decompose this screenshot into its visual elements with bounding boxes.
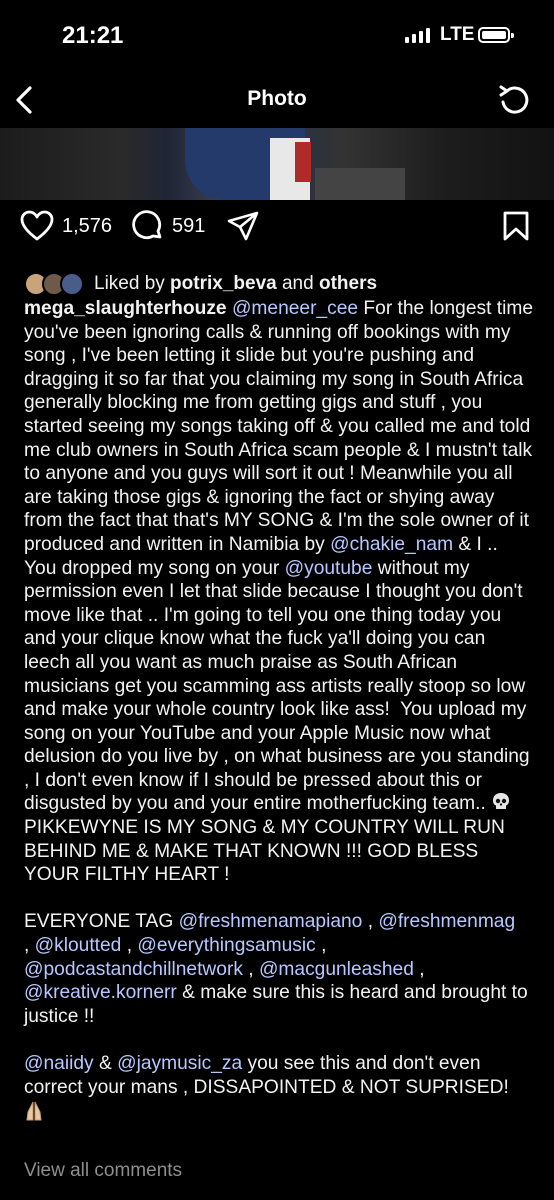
post-photo[interactable]: [0, 128, 554, 200]
mention-link[interactable]: @meneer_cee: [232, 298, 358, 319]
comment-count: 591: [172, 214, 206, 237]
signal-icon: [405, 28, 430, 43]
network-label: LTE: [440, 24, 475, 45]
liked-by-others[interactable]: others: [319, 273, 377, 294]
liked-by-user[interactable]: potrix_beva: [170, 273, 277, 294]
comment-icon: [132, 210, 162, 240]
mention-link[interactable]: @kreative.kornerr: [24, 982, 177, 1003]
mention-link[interactable]: @everythingsamusic: [137, 935, 315, 956]
caption-text: ,: [362, 911, 379, 933]
mention-link[interactable]: @podcastandchillnetwork: [24, 959, 243, 980]
battery-icon: [478, 27, 514, 43]
mention-link[interactable]: @chakie_nam: [330, 534, 453, 555]
caption-username[interactable]: mega_slaughterhouze: [24, 298, 227, 319]
caption-text: For the longest time you've been ignorin…: [24, 298, 539, 555]
like-count: 1,576: [62, 214, 113, 237]
liked-by-text: Liked by potrix_beva and others: [94, 273, 377, 295]
caption-text: ,: [121, 935, 138, 957]
caption-text: &: [93, 1053, 118, 1074]
liker-avatars: [24, 272, 84, 296]
liked-by-prefix: Liked by: [94, 273, 171, 294]
post-actions: 1,576 591: [0, 210, 554, 258]
comment-button[interactable]: 591: [132, 210, 205, 242]
status-bar: 21:21 LTE: [0, 0, 554, 72]
liked-by-and: and: [276, 273, 319, 294]
like-button[interactable]: 1,576: [20, 210, 112, 242]
mention-link[interactable]: @jaymusic_za: [117, 1053, 242, 1074]
view-all-comments-link[interactable]: View all comments: [24, 1160, 182, 1182]
mention-link[interactable]: @youtube: [285, 558, 373, 579]
post-caption: mega_slaughterhouze @meneer_cee For the …: [24, 297, 534, 1123]
skull-icon: [491, 792, 511, 812]
caption-text: without my permission even I let that sl…: [24, 557, 535, 815]
folded-hands-icon: [24, 1100, 44, 1122]
page-title: Photo: [247, 87, 307, 110]
share-button[interactable]: [226, 210, 260, 242]
caption-text: ,: [24, 935, 30, 957]
mention-link[interactable]: @naiidy: [24, 1053, 94, 1074]
caption-body: @meneer_cee For the longest time you've …: [24, 298, 538, 1121]
caption-text: ,: [419, 958, 425, 980]
mention-link[interactable]: @freshmenamapiano: [179, 911, 363, 932]
avatar: [60, 272, 84, 296]
photo-dj-deck: [315, 168, 405, 200]
bookmark-icon: [503, 211, 529, 241]
save-button[interactable]: [500, 210, 532, 242]
caption-text: ,: [321, 935, 327, 957]
mention-link[interactable]: @kloutted: [35, 935, 122, 956]
heart-icon: [20, 210, 54, 241]
mention-link[interactable]: @freshmenmag: [378, 911, 515, 932]
liked-by-row[interactable]: Liked by potrix_beva and others: [24, 270, 377, 298]
nav-bar: Photo: [0, 72, 554, 128]
mention-link[interactable]: @macgunleashed: [259, 959, 414, 980]
photo-accent: [295, 142, 311, 182]
status-time: 21:21: [62, 22, 124, 49]
send-icon: [227, 211, 259, 241]
refresh-icon[interactable]: [496, 82, 532, 118]
caption-text: ,: [242, 958, 259, 980]
